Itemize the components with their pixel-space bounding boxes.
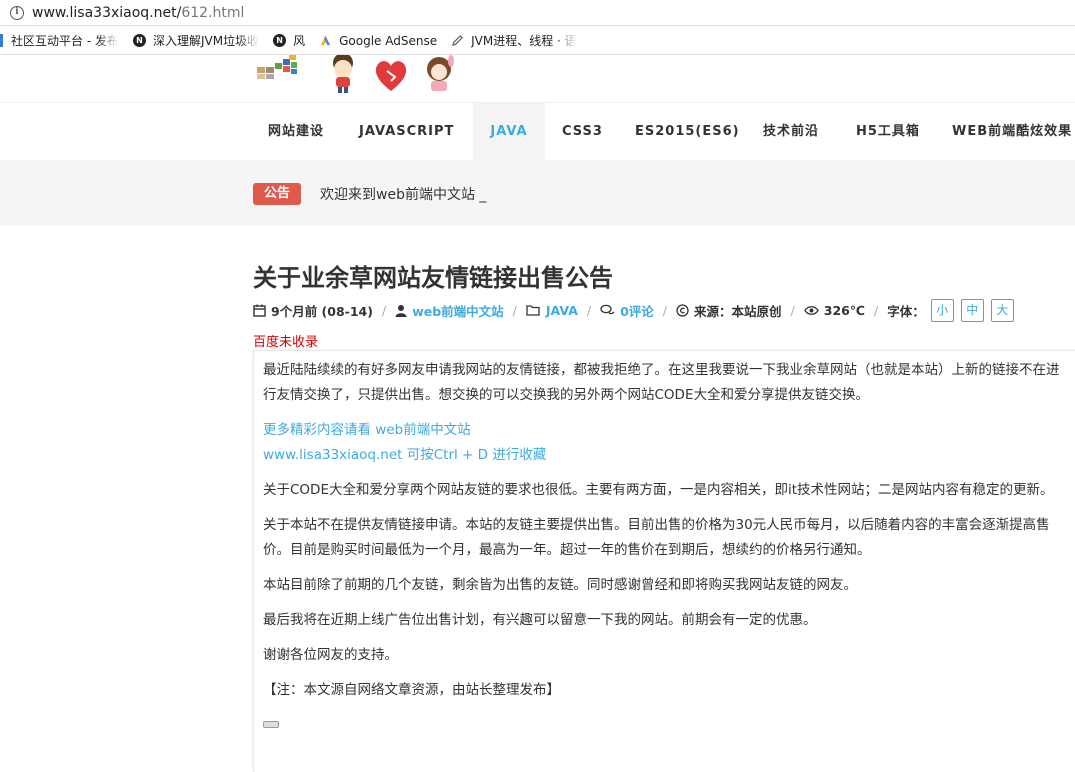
promo-link[interactable]: www.lisa33xiaoq.net 可按Ctrl + D 进行收藏 [263, 443, 1063, 468]
n-icon: N [273, 34, 287, 47]
eye-icon [803, 305, 819, 315]
address-bar[interactable]: i www.lisa33xiaoq.net/612.html [0, 0, 1075, 26]
bookmarks-bar: 社区互动平台 - 发布 N 深入理解JVM垃圾收 N 风 Google AdSe… [0, 27, 1075, 55]
article-paragraph: 【注：本文源自网络文章资源，由站长整理发布】 [263, 682, 560, 698]
bookmark-item[interactable]: N 风 [273, 32, 305, 49]
nav-item-website[interactable]: 网站建设 [268, 103, 324, 161]
meta-separator: / [381, 302, 387, 318]
site-logo[interactable] [255, 55, 485, 95]
article-paragraph: 最近陆陆续续的有好多网友申请我网站的友情链接，都被我拒绝了。在这里我要说一下我业… [263, 362, 1060, 403]
calendar-icon [253, 304, 266, 317]
font-size-label: 字体： [887, 303, 925, 319]
category-link[interactable]: JAVA [546, 303, 578, 318]
meta-separator: / [586, 302, 592, 318]
bookmark-label: 深入理解JVM垃圾收 [152, 34, 260, 48]
article-paragraph: 最后我将在近期上线广告位出售计划，有兴趣可以留意一下我的网站。前期会有一定的优惠… [263, 612, 817, 628]
bookmark-label: 风 [293, 34, 306, 48]
bookmark-label: 社区互动平台 - 发布 [11, 34, 119, 48]
notice-badge: 公告 [253, 183, 301, 205]
nav-item-web-effects[interactable]: WEB前端酷炫效果 [952, 103, 1072, 161]
bookmark-label: Google AdSense [339, 33, 438, 48]
article-source: 来源：本站原创 [694, 303, 782, 319]
font-size-small-button[interactable]: 小 [930, 298, 954, 322]
user-icon [395, 304, 407, 317]
info-icon[interactable]: i [10, 5, 24, 20]
nav-item-java[interactable]: JAVA [473, 103, 545, 161]
article-paragraph: 关于本站不在提供友情链接申请。本站的友链主要提供出售。目前出售的价格为30元人民… [263, 517, 1050, 558]
bookmark-item[interactable]: JVM进程、线程 · 语 [451, 32, 577, 49]
nav-item-h5-tools[interactable]: H5工具箱 [856, 103, 920, 161]
notice-bar: 公告 欢迎来到web前端中文站 _ [0, 160, 1075, 226]
article-paragraph: 关于CODE大全和爱分享两个网站友链的要求也很低。主要有两方面，一是内容相关，即… [263, 482, 1054, 498]
article-title: 关于业余草网站友情链接出售公告 [253, 264, 613, 292]
font-size-medium-button[interactable]: 中 [960, 298, 984, 322]
article-date: 9个月前 (08-14) [271, 303, 373, 319]
promo-link[interactable]: 更多精彩内容请看 web前端中文站 [263, 418, 1063, 443]
article-paragraph: 本站目前除了前期的几个友链，剩余皆为出售的友链。同时感谢曾经和即将购买我网站友链… [263, 577, 857, 593]
bookmark-item[interactable]: 社区互动平台 - 发布 [0, 32, 119, 49]
meta-separator: / [790, 302, 795, 318]
bookmark-label: JVM进程、线程 · 语 [471, 34, 577, 48]
meta-separator: / [662, 302, 668, 318]
meta-separator: / [873, 302, 879, 318]
article-views: 326℃ [823, 302, 865, 318]
main-nav: 网站建设 JAVASCRIPT JAVA CSS3 ES2015(ES6) 技术… [0, 102, 1075, 161]
meta-separator: / [512, 302, 517, 318]
bookmark-item[interactable]: N 深入理解JVM垃圾收 [132, 32, 260, 49]
folder-icon [526, 305, 540, 316]
n-icon: N [132, 34, 146, 47]
small-button[interactable] [263, 721, 279, 728]
url-path: 612.html [181, 4, 245, 21]
comments-link[interactable]: 0评论 [620, 301, 654, 320]
nav-item-es2015[interactable]: ES2015(ES6) [635, 103, 740, 161]
article-meta: 9个月前 (08-14) / web前端中文站 / JAVA / 0评论 / 来… [253, 298, 1021, 322]
bookmark-item[interactable]: Google AdSense [319, 34, 437, 48]
article-paragraph: 谢谢各位网友的支持。 [263, 647, 398, 663]
nav-item-css3[interactable]: CSS3 [562, 103, 603, 161]
notice-text: 欢迎来到web前端中文站 _ [320, 187, 487, 203]
pen-icon [452, 35, 464, 47]
nav-item-javascript[interactable]: JAVASCRIPT [359, 103, 454, 161]
nav-item-tech-frontier[interactable]: 技术前沿 [763, 103, 819, 161]
font-size-large-button[interactable]: 大 [990, 298, 1014, 322]
adsense-icon [320, 35, 331, 46]
author-link[interactable]: web前端中文站 [412, 301, 503, 320]
copyright-icon [676, 303, 689, 317]
bar-icon [0, 34, 3, 47]
article-content: 最近陆陆续续的有好多网友申请我网站的友情链接，都被我拒绝了。在这里我要说一下我业… [253, 350, 1075, 772]
comments-icon [600, 304, 615, 314]
url-host: www.lisa33xiaoq.net/ [32, 4, 182, 21]
baidu-index-status[interactable]: 百度未收录 [253, 331, 318, 350]
